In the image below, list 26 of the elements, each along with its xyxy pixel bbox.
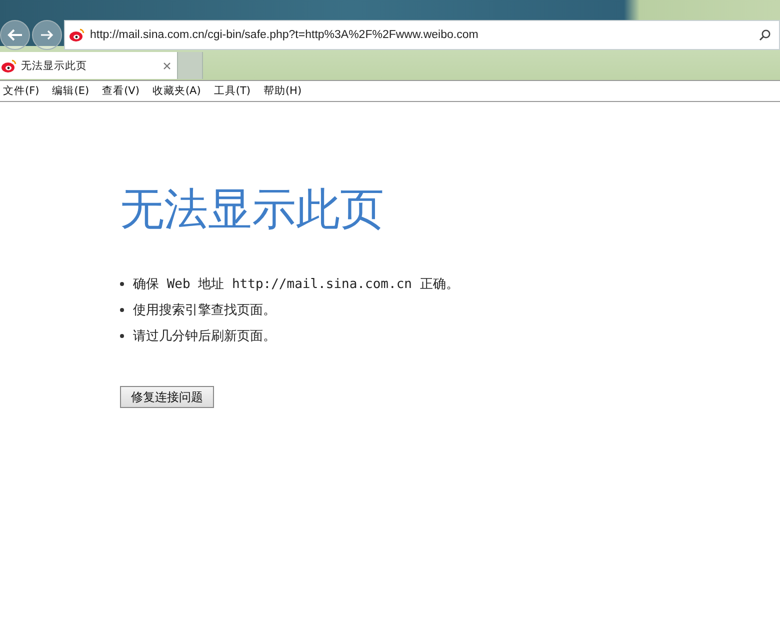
menu-item[interactable]: 帮助(H)	[263, 84, 302, 98]
menu-item[interactable]: 查看(V)	[102, 84, 140, 98]
right-arrow-icon	[40, 29, 54, 41]
error-heading: 无法显示此页	[120, 183, 385, 237]
menu-item[interactable]: 编辑(E)	[52, 84, 90, 98]
suggestion-text: 确保 Web 地址 http://mail.sina.com.cn 正确。	[133, 276, 459, 293]
browser-tab[interactable]: 无法显示此页	[0, 52, 178, 79]
left-arrow-icon	[6, 28, 24, 42]
back-button[interactable]	[0, 20, 30, 50]
menu-item[interactable]: 文件(F)	[3, 84, 40, 98]
address-bar[interactable]: http://mail.sina.com.cn/cgi-bin/safe.php?t=http%3A%2F%2Fwww.weibo.com	[64, 20, 780, 50]
suggestion-text: 请过几分钟后刷新页面。	[133, 328, 276, 345]
menu-item[interactable]: 工具(T)	[214, 84, 250, 98]
bullet-icon	[120, 334, 124, 338]
forward-button[interactable]	[32, 20, 62, 50]
suggestion-text: 使用搜索引擎查找页面。	[133, 302, 276, 319]
bullet-icon	[120, 282, 124, 286]
fix-connection-button[interactable]: 修复连接问题	[120, 386, 214, 408]
bullet-icon	[120, 308, 124, 312]
tab-title: 无法显示此页	[21, 58, 88, 72]
close-icon[interactable]	[163, 62, 171, 70]
logo-icon	[1, 58, 17, 72]
menu-item[interactable]: 收藏夹(A)	[152, 84, 201, 98]
logo-icon	[69, 28, 85, 42]
url-text: http://mail.sina.com.cn/cgi-bin/safe.php?t=http%3A%2F%2Fwww.weibo.com	[90, 29, 480, 41]
search-icon[interactable]	[759, 29, 771, 41]
